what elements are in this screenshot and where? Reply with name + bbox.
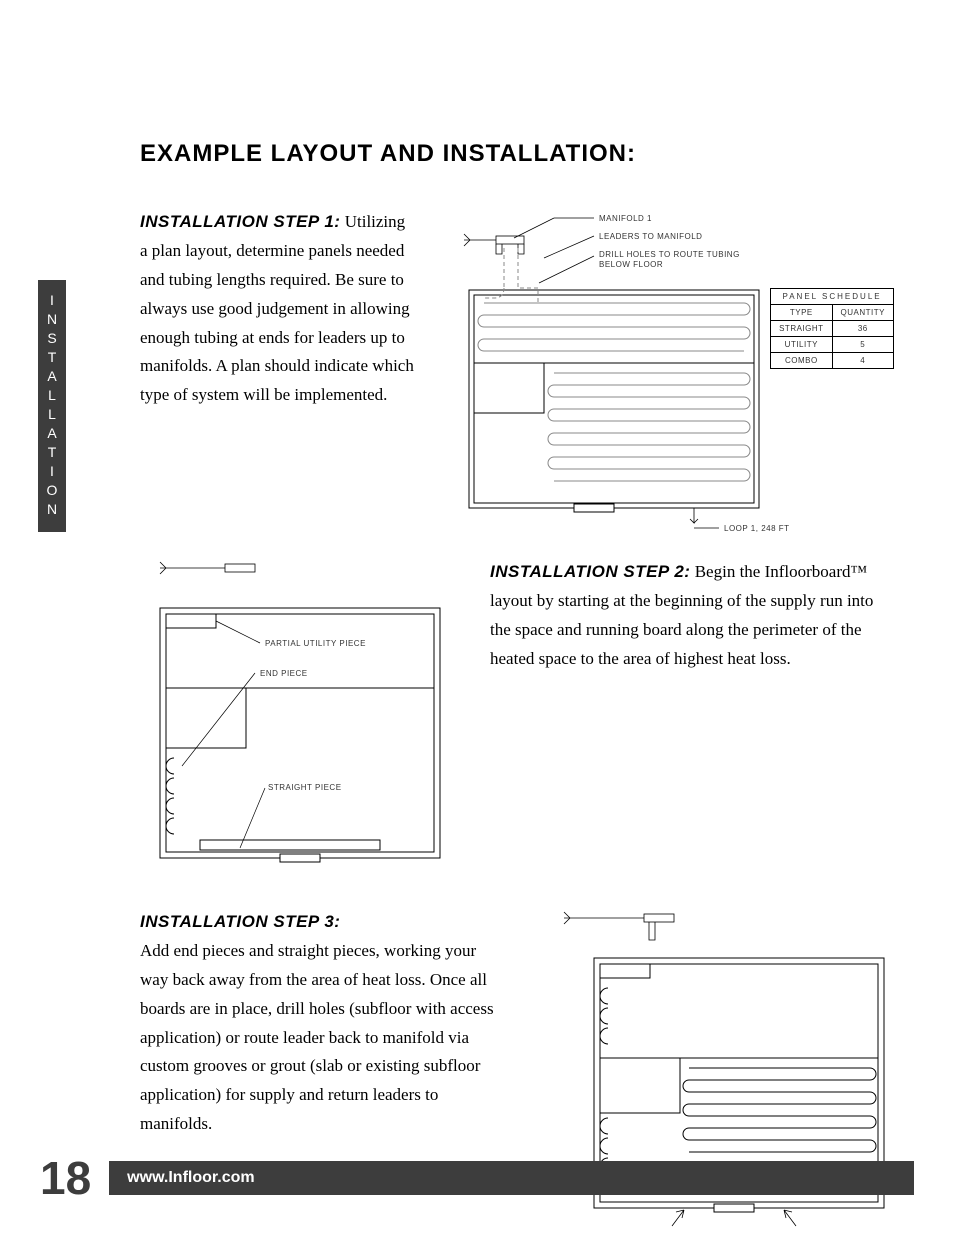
- footer-url: www.Infloor.com: [109, 1161, 914, 1195]
- ps-r0c0: STRAIGHT: [771, 321, 832, 337]
- callout-drill-1: DRILL HOLES TO ROUTE TUBING: [599, 250, 740, 259]
- panel-schedule-title: PANEL SCHEDULE: [771, 289, 894, 305]
- step1-paragraph: INSTALLATION STEP 1: Utilizing a plan la…: [140, 208, 414, 410]
- side-tab-installation: INSTALLATION: [38, 280, 66, 532]
- callout-drill-2: BELOW FLOOR: [599, 260, 663, 269]
- step2-label: INSTALLATION STEP 2:: [490, 562, 690, 581]
- callout-loop: LOOP 1, 248 FT: [724, 524, 790, 533]
- ps-r2c1: 4: [832, 353, 893, 369]
- step3-label: INSTALLATION STEP 3:: [140, 912, 340, 931]
- panel-schedule: PANEL SCHEDULE TYPE QUANTITY STRAIGHT 36…: [770, 288, 894, 369]
- section-step1: INSTALLATION STEP 1: Utilizing a plan la…: [140, 208, 894, 538]
- step3-text: Add end pieces and straight pieces, work…: [140, 941, 494, 1133]
- callout-manifold: MANIFOLD 1: [599, 214, 652, 223]
- figure-2: PARTIAL UTILITY PIECE END PIECE STRAIGHT…: [140, 558, 460, 878]
- step1-text: Utilizing a plan layout, determine panel…: [140, 212, 414, 404]
- step2-paragraph: INSTALLATION STEP 2: Begin the Infloorbo…: [490, 558, 894, 674]
- figure-1: MANIFOLD 1 LEADERS TO MANIFOLD DRILL HOL…: [444, 208, 894, 538]
- page-title: EXAMPLE LAYOUT AND INSTALLATION:: [140, 140, 894, 168]
- ps-r2c0: COMBO: [771, 353, 832, 369]
- step3-paragraph: INSTALLATION STEP 3: Add end pieces and …: [140, 908, 504, 1139]
- footer: 18 www.Infloor.com: [40, 1151, 914, 1205]
- callout-partial: PARTIAL UTILITY PIECE: [265, 639, 366, 648]
- panel-schedule-h1: QUANTITY: [832, 305, 893, 321]
- page-number: 18: [40, 1151, 91, 1205]
- callout-leaders: LEADERS TO MANIFOLD: [599, 232, 702, 241]
- callout-end: END PIECE: [260, 669, 308, 678]
- section-step2: PARTIAL UTILITY PIECE END PIECE STRAIGHT…: [140, 558, 894, 878]
- step1-label: INSTALLATION STEP 1:: [140, 212, 340, 231]
- callout-straight: STRAIGHT PIECE: [268, 783, 342, 792]
- page: INSTALLATION EXAMPLE LAYOUT AND INSTALLA…: [0, 0, 954, 1235]
- panel-schedule-h0: TYPE: [771, 305, 832, 321]
- ps-r0c1: 36: [832, 321, 893, 337]
- ps-r1c1: 5: [832, 337, 893, 353]
- ps-r1c0: UTILITY: [771, 337, 832, 353]
